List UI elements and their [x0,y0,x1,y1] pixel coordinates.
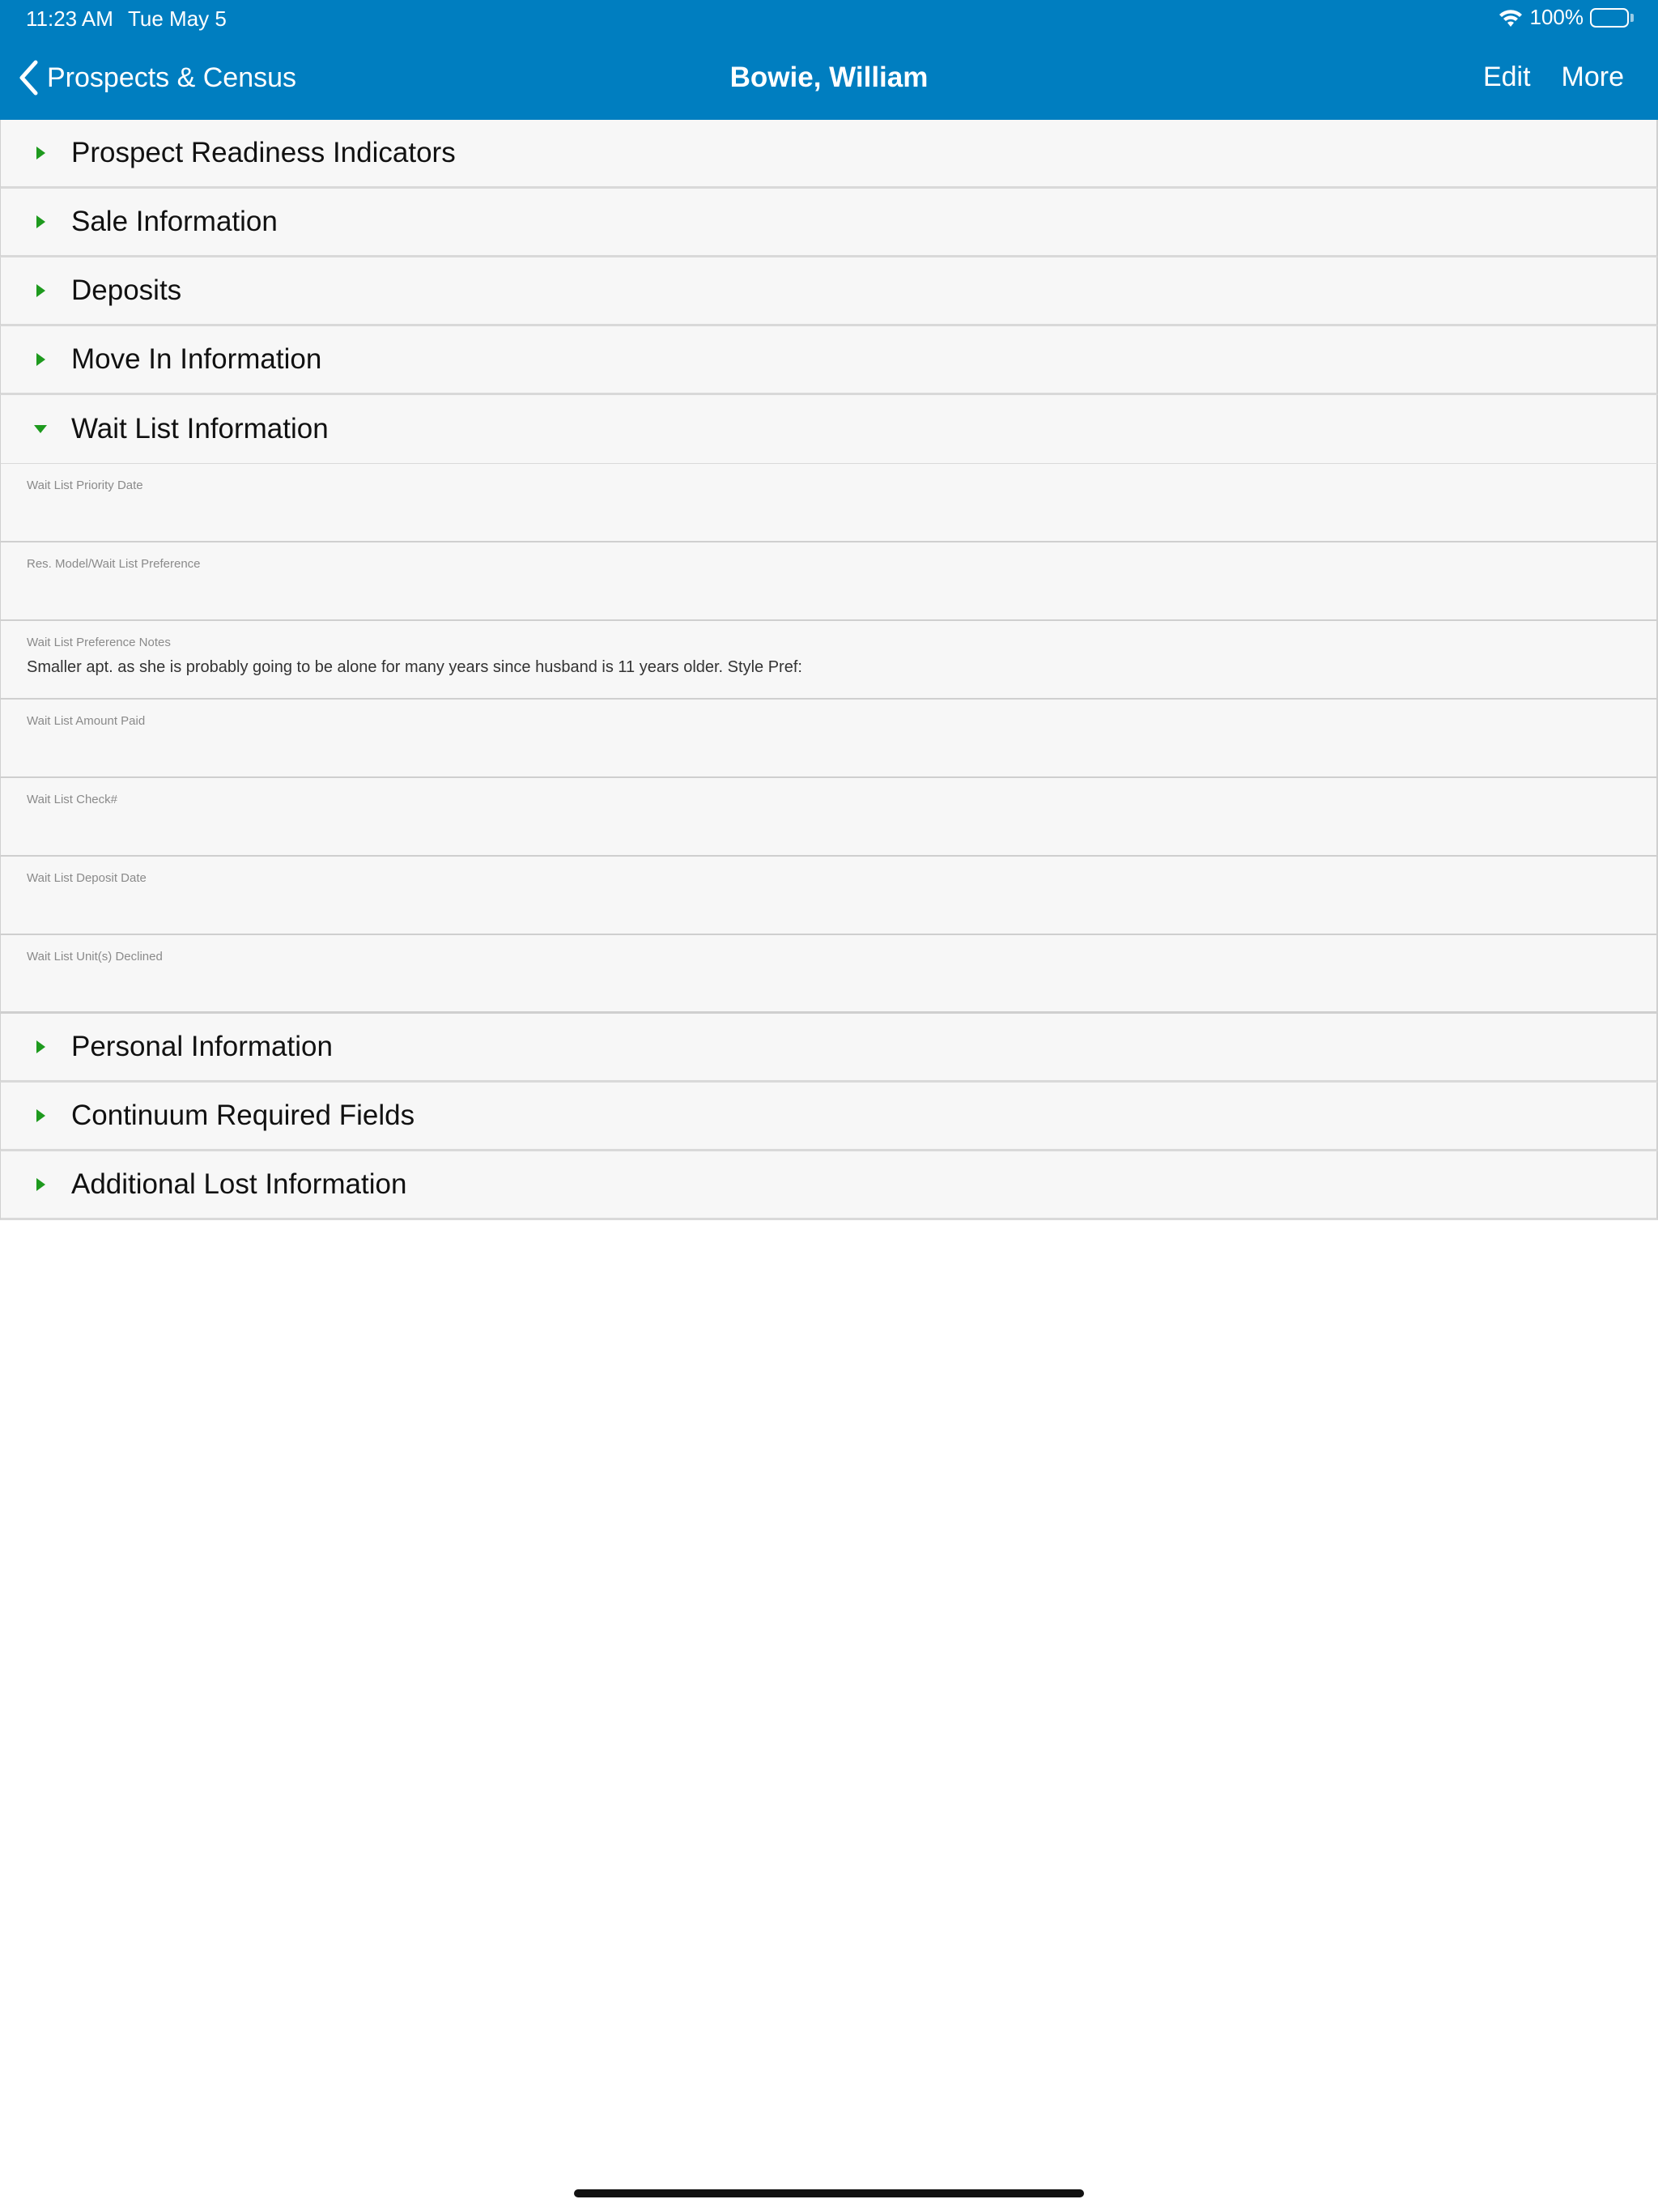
section-personal-information[interactable]: Personal Information [0,1014,1658,1083]
field-label: Wait List Unit(s) Declined [27,950,163,963]
section-title: Move In Information [71,343,322,375]
section-title: Sale Information [71,206,278,237]
battery-icon [1590,7,1634,28]
section-additional-lost-information[interactable]: Additional Lost Information [0,1151,1658,1220]
caret-down-icon [34,425,47,433]
section-sale-information[interactable]: Sale Information [0,189,1658,257]
status-bar: 11:23 AM Tue May 5 100% [0,0,1658,39]
field-label: Wait List Preference Notes [27,636,171,649]
section-title: Continuum Required Fields [71,1100,415,1131]
field-value: Smaller apt. as she is probably going to… [27,658,802,676]
caret-right-icon [36,1040,45,1053]
edit-button[interactable]: Edit [1483,62,1531,93]
field-wait-list-units-declined[interactable]: Wait List Unit(s) Declined [0,935,1658,1014]
nav-actions: Edit More [1483,62,1624,93]
caret-right-icon [36,147,45,160]
detail-content: Prospect Readiness Indicators Sale Infor… [0,120,1658,1220]
field-label: Wait List Check# [27,793,117,806]
status-indicators: 100% [1498,5,1634,30]
field-res-model-wait-list-preference[interactable]: Res. Model/Wait List Preference [0,542,1658,621]
more-button[interactable]: More [1562,62,1624,93]
caret-right-icon [36,353,45,366]
section-continuum-required-fields[interactable]: Continuum Required Fields [0,1083,1658,1151]
page-title: Bowie, William [729,62,929,93]
field-wait-list-preference-notes[interactable]: Wait List Preference Notes Smaller apt. … [0,621,1658,700]
section-deposits[interactable]: Deposits [0,257,1658,326]
app-header: 11:23 AM Tue May 5 100% Prospects & Cens… [0,0,1658,120]
caret-right-icon [36,1109,45,1122]
field-wait-list-priority-date[interactable]: Wait List Priority Date [0,464,1658,542]
field-wait-list-amount-paid[interactable]: Wait List Amount Paid [0,700,1658,778]
caret-right-icon [36,284,45,297]
section-title: Additional Lost Information [71,1168,407,1200]
section-title: Personal Information [71,1031,333,1062]
section-title: Prospect Readiness Indicators [71,137,456,168]
section-prospect-readiness[interactable]: Prospect Readiness Indicators [0,120,1658,189]
section-title: Deposits [71,274,182,306]
field-label: Res. Model/Wait List Preference [27,557,201,571]
field-wait-list-check-number[interactable]: Wait List Check# [0,778,1658,857]
wifi-icon [1499,9,1522,27]
field-wait-list-deposit-date[interactable]: Wait List Deposit Date [0,857,1658,935]
field-label: Wait List Amount Paid [27,714,146,728]
field-label: Wait List Priority Date [27,479,143,492]
section-move-in-information[interactable]: Move In Information [0,326,1658,395]
status-date: Tue May 5 [128,6,227,31]
caret-right-icon [36,1178,45,1191]
status-time: 11:23 AM [26,6,113,31]
battery-percent: 100% [1529,5,1584,29]
caret-right-icon [36,215,45,228]
section-wait-list-information[interactable]: Wait List Information [0,395,1658,464]
home-indicator [574,2189,1084,2197]
field-label: Wait List Deposit Date [27,871,147,885]
navigation-bar: Prospects & Census Bowie, William Edit M… [0,40,1658,120]
section-title: Wait List Information [71,413,329,445]
